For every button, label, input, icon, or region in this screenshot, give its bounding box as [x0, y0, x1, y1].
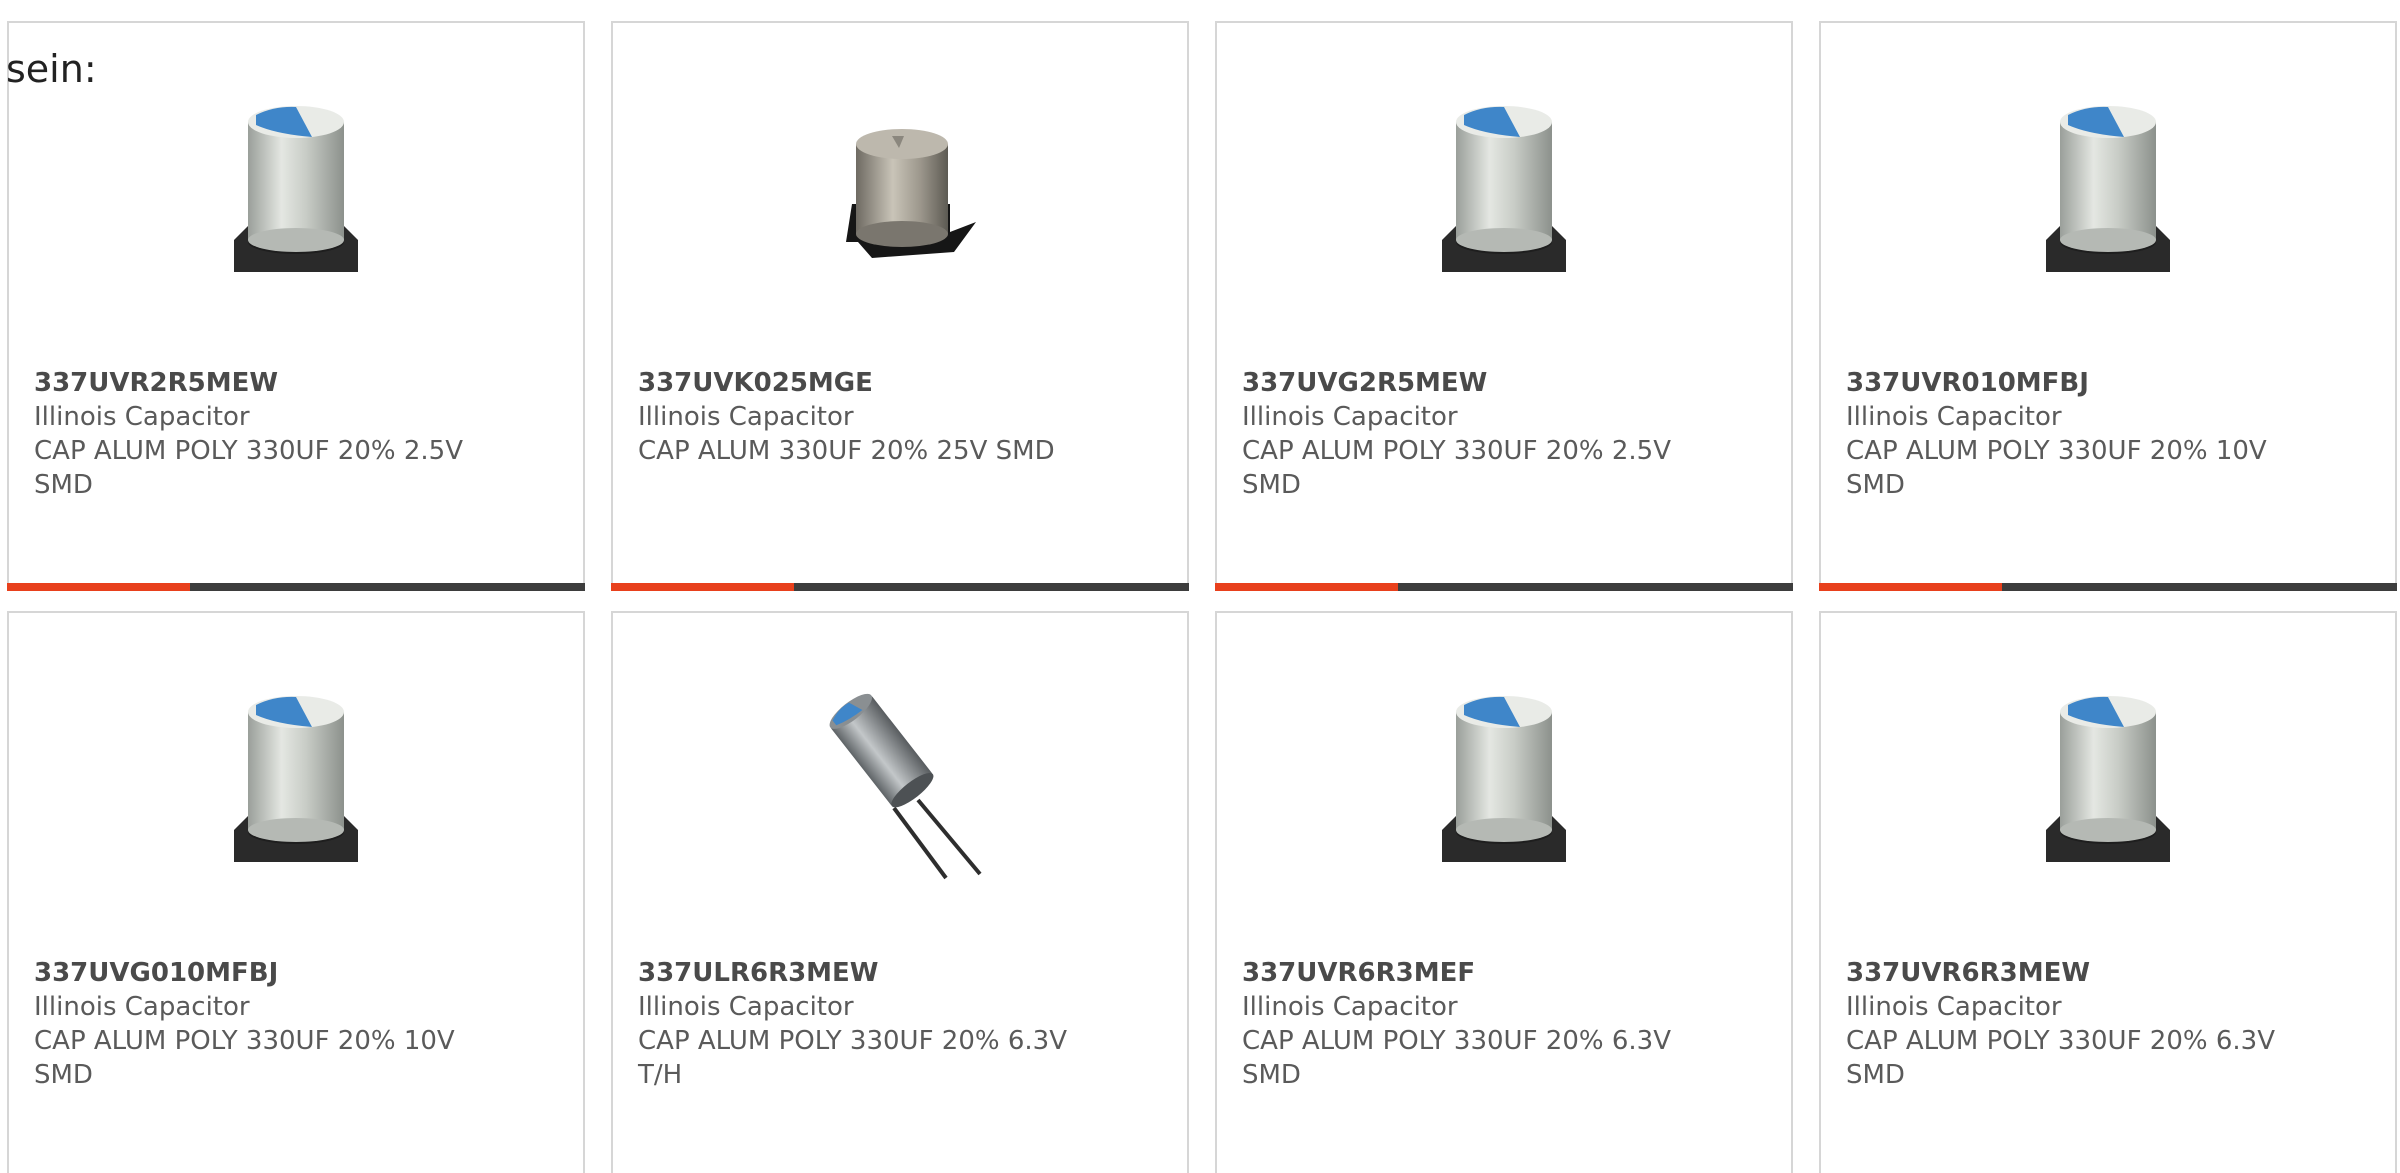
product-card[interactable]: 337ULR6R3MEW Illinois Capacitor CAP ALUM… — [611, 611, 1189, 1173]
smd-capacitor-icon[interactable] — [196, 682, 396, 882]
manufacturer-name: Illinois Capacitor — [1242, 402, 1458, 432]
manufacturer-name: Illinois Capacitor — [34, 402, 250, 432]
manufacturer-name: Illinois Capacitor — [638, 402, 854, 432]
product-card[interactable]: 337UVR6R3MEW Illinois Capacitor CAP ALUM… — [1819, 611, 2397, 1173]
card-bar-accent — [611, 583, 794, 591]
product-description: CAP ALUM POLY 330UF 20% 2.5V SMD — [34, 436, 463, 500]
part-number-link[interactable]: 337UVG010MFBJ — [34, 956, 278, 990]
manufacturer-name: Illinois Capacitor — [638, 992, 854, 1022]
part-number-link[interactable]: 337UVK025MGE — [638, 366, 873, 400]
part-number-link[interactable]: 337ULR6R3MEW — [638, 956, 879, 990]
card-bar-accent — [7, 583, 190, 591]
card-bar-accent — [1819, 583, 2002, 591]
manufacturer-name: Illinois Capacitor — [1242, 992, 1458, 1022]
smd-capacitor-icon[interactable] — [196, 92, 396, 292]
card-progress-bar — [1215, 583, 1793, 591]
manufacturer-name: Illinois Capacitor — [1846, 402, 2062, 432]
product-description: CAP ALUM POLY 330UF 20% 6.3V SMD — [1846, 1026, 2275, 1090]
part-number-link[interactable]: 337UVR010MFBJ — [1846, 366, 2089, 400]
product-card[interactable]: 337UVK025MGE Illinois Capacitor CAP ALUM… — [611, 21, 1189, 591]
smd-capacitor-icon[interactable] — [1404, 682, 1604, 882]
product-card[interactable]: 337UVR6R3MEF Illinois Capacitor CAP ALUM… — [1215, 611, 1793, 1173]
product-description: CAP ALUM POLY 330UF 20% 2.5V SMD — [1242, 436, 1671, 500]
card-progress-bar — [7, 583, 585, 591]
product-card[interactable]: 337UVR010MFBJ Illinois Capacitor CAP ALU… — [1819, 21, 2397, 591]
product-grid-page: sein: 337UVR2R5MEW Illinois Capacitor CA… — [0, 0, 2400, 1173]
manufacturer-name: Illinois Capacitor — [34, 992, 250, 1022]
part-number-link[interactable]: 337UVG2R5MEW — [1242, 366, 1487, 400]
smd-capacitor-icon[interactable] — [1404, 92, 1604, 292]
part-number-link[interactable]: 337UVR6R3MEW — [1846, 956, 2090, 990]
card-progress-bar — [1819, 583, 2397, 591]
product-card[interactable]: 337UVG010MFBJ Illinois Capacitor CAP ALU… — [7, 611, 585, 1173]
part-number-link[interactable]: 337UVR6R3MEF — [1242, 956, 1475, 990]
product-description: CAP ALUM POLY 330UF 20% 6.3V SMD — [1242, 1026, 1671, 1090]
intro-text: sein: — [6, 47, 97, 91]
smd-capacitor-icon[interactable] — [2008, 92, 2208, 292]
product-card[interactable]: 337UVG2R5MEW Illinois Capacitor CAP ALUM… — [1215, 21, 1793, 591]
part-number-link[interactable]: 337UVR2R5MEW — [34, 366, 278, 400]
radial-capacitor-icon[interactable] — [800, 682, 1000, 882]
product-description: CAP ALUM 330UF 20% 25V SMD — [638, 436, 1055, 466]
product-card[interactable]: 337UVR2R5MEW Illinois Capacitor CAP ALUM… — [7, 21, 585, 591]
smd-capacitor-icon[interactable] — [2008, 682, 2208, 882]
card-progress-bar — [611, 583, 1189, 591]
smd-capacitor-dark-icon[interactable] — [800, 92, 1000, 292]
product-description: CAP ALUM POLY 330UF 20% 10V SMD — [1846, 436, 2267, 500]
product-description: CAP ALUM POLY 330UF 20% 10V SMD — [34, 1026, 455, 1090]
product-description: CAP ALUM POLY 330UF 20% 6.3V T/H — [638, 1026, 1067, 1090]
manufacturer-name: Illinois Capacitor — [1846, 992, 2062, 1022]
card-bar-accent — [1215, 583, 1398, 591]
